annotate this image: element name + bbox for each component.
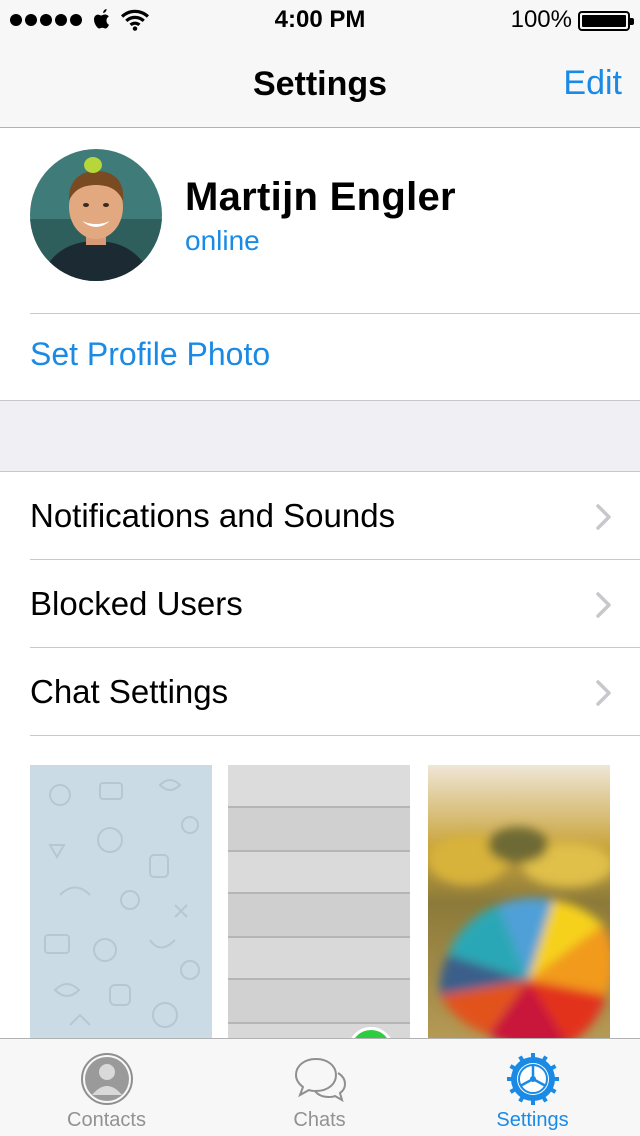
tab-label: Chats <box>293 1109 346 1131</box>
tab-label: Settings <box>496 1109 569 1131</box>
tab-label: Contacts <box>67 1109 146 1131</box>
set-profile-photo-row[interactable]: Set Profile Photo <box>0 314 640 400</box>
divider <box>30 735 640 736</box>
set-profile-photo-button[interactable]: Set Profile Photo <box>30 336 270 373</box>
menu-item-label: Notifications and Sounds <box>30 497 396 534</box>
menu-item-label: Chat Settings <box>30 673 229 710</box>
menu-item-blocked-users[interactable]: Blocked Users <box>0 560 640 648</box>
chevron-right-icon <box>596 680 611 706</box>
tab-chats[interactable]: Chats <box>213 1039 426 1136</box>
tab-bar: Contacts Chats Settings <box>0 1038 640 1136</box>
menu-item-label: Blocked Users <box>30 585 243 622</box>
wallpaper-gray-wood-planks[interactable] <box>228 765 410 1040</box>
profile-status: online <box>185 225 260 256</box>
profile-section: Martijn Engler online <box>0 129 640 314</box>
contacts-icon <box>80 1053 133 1105</box>
battery-percent: 100% <box>510 6 572 33</box>
page-title: Settings <box>252 65 388 103</box>
chevron-right-icon <box>596 504 611 530</box>
battery-icon <box>578 11 634 31</box>
chevron-right-icon <box>596 592 611 618</box>
tab-contacts[interactable]: Contacts <box>0 1039 213 1136</box>
settings-gear-icon <box>507 1053 559 1105</box>
menu-item-notifications[interactable]: Notifications and Sounds <box>0 472 640 560</box>
menu-item-chat-settings[interactable]: Chat Settings <box>0 648 640 736</box>
edit-button[interactable]: Edit <box>563 64 622 103</box>
section-spacer <box>0 400 640 472</box>
avatar[interactable] <box>30 149 162 281</box>
tab-settings[interactable]: Settings <box>426 1039 640 1136</box>
status-bar: 4:00 PM 100% <box>0 0 640 40</box>
wallpaper-blurred-umbrella[interactable] <box>428 765 610 1040</box>
profile-name: Martijn Engler <box>185 175 456 219</box>
wallpaper-doodle-pattern[interactable] <box>30 765 212 1040</box>
navigation-bar: Settings Edit <box>0 40 640 128</box>
chats-icon <box>294 1057 346 1103</box>
